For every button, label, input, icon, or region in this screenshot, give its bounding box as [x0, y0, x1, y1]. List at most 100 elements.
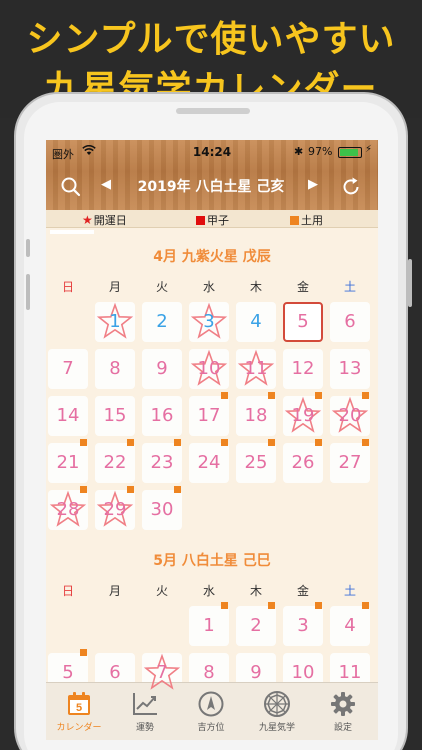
doyo-marker: [268, 439, 275, 446]
weekday-header: 土: [343, 584, 356, 598]
day-number: 4: [250, 311, 262, 332]
day-cell[interactable]: 7: [142, 653, 182, 693]
day-number: 7: [156, 662, 168, 683]
doyo-marker: [268, 392, 275, 399]
day-cell[interactable]: 10: [189, 349, 229, 389]
calendar-icon-day: 5: [76, 702, 82, 714]
day-cell[interactable]: 17: [189, 392, 229, 436]
day-number: 28: [56, 499, 80, 520]
day-number: 1: [109, 311, 121, 332]
day-cell[interactable]: 13: [330, 349, 370, 389]
day-cell[interactable]: 26: [283, 439, 323, 483]
day-cell[interactable]: 9: [236, 653, 276, 693]
day-cell[interactable]: 8: [189, 653, 229, 693]
doyo-marker: [362, 602, 369, 609]
tab-calendar[interactable]: 5 カレンダー: [46, 687, 112, 737]
next-year-button[interactable]: ▶: [308, 177, 318, 192]
day-cell[interactable]: 4: [236, 302, 276, 342]
chart-icon: [130, 689, 160, 719]
day-cell[interactable]: 18: [236, 392, 276, 436]
doyo-marker: [80, 649, 87, 656]
day-cell[interactable]: 20: [330, 392, 370, 436]
day-number: 5: [297, 311, 309, 332]
refresh-icon[interactable]: [338, 174, 364, 200]
weekday-header: 火: [155, 584, 168, 598]
year-title: 2019年 八白土星 己亥: [137, 179, 285, 195]
doyo-marker: [127, 486, 134, 493]
day-cell[interactable]: 2: [236, 602, 276, 646]
day-cell[interactable]: 30: [142, 486, 182, 530]
day-cell-today[interactable]: 5: [283, 302, 323, 342]
day-number: 26: [291, 452, 315, 473]
day-cell[interactable]: 14: [48, 396, 88, 436]
day-number: 5: [62, 662, 74, 683]
day-cell[interactable]: 11: [236, 349, 276, 389]
day-cell[interactable]: 25: [236, 439, 276, 483]
day-number: 6: [109, 662, 121, 683]
day-cell[interactable]: 11: [330, 653, 370, 693]
day-cell[interactable]: 23: [142, 439, 182, 483]
weekday-header: 火: [155, 280, 168, 294]
day-cell[interactable]: 5: [48, 649, 88, 693]
tab-kyusei[interactable]: 九星気学: [244, 687, 310, 737]
power-button: [408, 259, 412, 307]
day-cell[interactable]: 28: [48, 486, 88, 530]
phone-speaker: [176, 108, 250, 114]
tab-fortune[interactable]: 運勢: [112, 687, 178, 737]
day-cell[interactable]: 19: [283, 392, 323, 436]
day-cell[interactable]: 12: [283, 349, 323, 389]
day-cell[interactable]: 8: [95, 349, 135, 389]
day-number: 25: [244, 452, 268, 473]
day-number: 21: [56, 452, 80, 473]
doyo-marker: [315, 602, 322, 609]
doyo-marker: [80, 486, 87, 493]
day-cell[interactable]: 22: [95, 439, 135, 483]
tab-fortune-label: 運勢: [135, 723, 154, 733]
doyo-marker: [174, 486, 181, 493]
calendar-icon: 5: [64, 689, 94, 719]
tab-direction[interactable]: 吉方位: [178, 687, 244, 737]
prev-year-button[interactable]: ◀: [101, 177, 111, 192]
day-cell[interactable]: 6: [330, 302, 370, 342]
day-cell[interactable]: 16: [142, 396, 182, 436]
day-cell[interactable]: 7: [48, 349, 88, 389]
day-cell[interactable]: 2: [142, 302, 182, 342]
wheel-icon: [262, 689, 292, 719]
day-number: 2: [156, 311, 168, 332]
day-number: 6: [344, 311, 356, 332]
day-number: 14: [56, 405, 80, 426]
scroll-indicator: [50, 230, 94, 234]
bluetooth-icon: ✱: [294, 145, 304, 158]
day-number: 11: [338, 662, 362, 683]
search-icon[interactable]: [58, 174, 84, 200]
battery-percent: 97%: [308, 145, 333, 158]
month-title: 4月 九紫火星 戊辰: [153, 249, 271, 265]
tab-direction-label: 吉方位: [197, 723, 225, 733]
day-cell[interactable]: 24: [189, 439, 229, 483]
weekday-header: 日: [61, 280, 74, 294]
day-cell[interactable]: 3: [189, 302, 229, 342]
weekday-header: 金: [296, 280, 309, 294]
weekday-header: 水: [202, 280, 215, 294]
day-cell[interactable]: 21: [48, 439, 88, 483]
nav-bar: ◀ 2019年 八白土星 己亥 ▶: [46, 168, 378, 208]
day-cell[interactable]: 4: [330, 602, 370, 646]
day-cell[interactable]: 27: [330, 439, 370, 483]
doyo-marker: [221, 392, 228, 399]
day-cell[interactable]: 10: [283, 653, 323, 693]
day-number: 15: [103, 405, 127, 426]
gear-icon: [328, 689, 358, 719]
day-cell[interactable]: 1: [189, 602, 229, 646]
doyo-marker: [221, 439, 228, 446]
day-cell[interactable]: 9: [142, 349, 182, 389]
doyo-marker: [174, 439, 181, 446]
legend-lucky-day-label: 開運日: [93, 214, 127, 227]
orange-square-icon: [290, 216, 299, 225]
day-cell[interactable]: 15: [95, 396, 135, 436]
day-cell[interactable]: 29: [95, 486, 135, 530]
day-cell[interactable]: 3: [283, 602, 323, 646]
day-number: 19: [291, 405, 315, 426]
day-cell[interactable]: 1: [95, 302, 135, 342]
day-cell[interactable]: 6: [95, 653, 135, 693]
tab-settings[interactable]: 設定: [310, 687, 376, 737]
